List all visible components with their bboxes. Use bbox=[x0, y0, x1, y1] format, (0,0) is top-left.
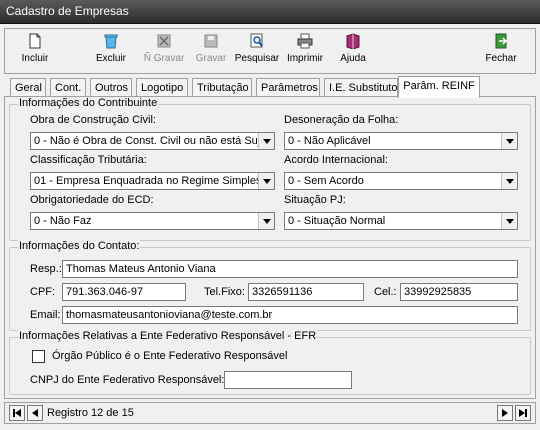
record-counter: Registro 12 de 15 bbox=[47, 407, 134, 419]
last-icon bbox=[519, 409, 527, 417]
desoneracao-label: Desoneração da Folha: bbox=[284, 114, 399, 126]
chevron-down-icon[interactable] bbox=[258, 213, 274, 229]
cnpj-efr-label: CNPJ do Ente Federativo Responsável: bbox=[30, 374, 225, 386]
previous-record-button[interactable] bbox=[27, 405, 43, 421]
cel-label: Cel.: bbox=[374, 286, 397, 298]
telfixo-label: Tel.Fixo: bbox=[204, 286, 245, 298]
tab-param-reinf[interactable]: Parâm. REINF bbox=[398, 76, 480, 98]
classificacao-label: Classificação Tributária: bbox=[30, 154, 147, 166]
tab-parametros[interactable]: Parâmetros bbox=[256, 78, 320, 98]
previous-icon bbox=[32, 409, 38, 417]
orgao-publico-label: Órgão Público é o Ente Federativo Respon… bbox=[52, 350, 288, 362]
cnpj-efr-input[interactable] bbox=[224, 371, 352, 389]
pesquisar-button[interactable]: Pesquisar bbox=[233, 33, 281, 71]
help-book-icon bbox=[346, 33, 360, 49]
resp-label: Resp.: bbox=[30, 263, 62, 275]
obra-select[interactable]: 0 - Não é Obra de Const. Civil ou não es… bbox=[30, 132, 275, 150]
chevron-down-icon[interactable] bbox=[258, 173, 274, 189]
first-record-button[interactable] bbox=[9, 405, 25, 421]
chevron-down-icon[interactable] bbox=[501, 173, 517, 189]
cpf-input[interactable]: 791.363.046-97 bbox=[62, 283, 186, 301]
save-icon bbox=[204, 34, 218, 48]
desoneracao-select[interactable]: 0 - Não Aplicável bbox=[284, 132, 518, 150]
tab-logotipo[interactable]: Logotipo bbox=[136, 78, 188, 98]
tab-tributacao[interactable]: Tributação bbox=[192, 78, 252, 98]
excluir-button[interactable]: Excluir bbox=[91, 33, 131, 71]
chevron-down-icon[interactable] bbox=[501, 213, 517, 229]
tab-outros[interactable]: Outros bbox=[90, 78, 132, 98]
ajuda-button[interactable]: Ajuda bbox=[333, 33, 373, 71]
acordo-select[interactable]: 0 - Sem Acordo bbox=[284, 172, 518, 190]
tab-strip: Geral Cont. Outros Logotipo Tributação P… bbox=[4, 76, 536, 98]
cel-input[interactable]: 33992925835 bbox=[400, 283, 518, 301]
resp-input[interactable]: Thomas Mateus Antonio Viana bbox=[62, 260, 518, 278]
trash-icon bbox=[104, 34, 118, 49]
exit-door-icon bbox=[495, 33, 508, 49]
contato-legend: Informações do Contato: bbox=[18, 240, 141, 252]
printer-icon bbox=[297, 33, 313, 49]
email-input[interactable]: thomasmateusantonioviana@teste.com.br bbox=[62, 306, 518, 324]
next-record-button[interactable] bbox=[497, 405, 513, 421]
record-navigator: Registro 12 de 15 bbox=[4, 402, 536, 424]
gravar-button[interactable]: Gravar bbox=[191, 33, 231, 71]
contribuinte-group: Informações do Contribuinte Obra de Cons… bbox=[9, 97, 531, 241]
obra-label: Obra de Construção Civil: bbox=[30, 114, 156, 126]
toolbar: Incluir Excluir Ñ Gravar Gravar Pesquisa… bbox=[4, 28, 536, 74]
contato-group: Informações do Contato: Resp.: Thomas Ma… bbox=[9, 240, 531, 331]
tab-page-reinf: Informações do Contribuinte Obra de Cons… bbox=[4, 96, 536, 399]
cancel-save-icon bbox=[157, 34, 171, 48]
acordo-label: Acordo Internacional: bbox=[284, 154, 388, 166]
situacao-select[interactable]: 0 - Situação Normal bbox=[284, 212, 518, 230]
situacao-label: Situação PJ: bbox=[284, 194, 346, 206]
next-icon bbox=[502, 409, 508, 417]
contribuinte-legend: Informações do Contribuinte bbox=[18, 97, 159, 109]
window-title: Cadastro de Empresas bbox=[6, 4, 129, 18]
ecd-label: Obrigatoriedade do ECD: bbox=[30, 194, 154, 206]
last-record-button[interactable] bbox=[515, 405, 531, 421]
tab-geral[interactable]: Geral bbox=[10, 78, 46, 98]
efr-group: Informações Relativas a Ente Federativo … bbox=[9, 330, 531, 395]
incluir-button[interactable]: Incluir bbox=[15, 33, 55, 71]
chevron-down-icon[interactable] bbox=[501, 133, 517, 149]
chevron-down-icon[interactable] bbox=[258, 133, 274, 149]
fechar-button[interactable]: Fechar bbox=[481, 33, 521, 71]
first-icon bbox=[13, 409, 21, 417]
search-icon bbox=[250, 33, 263, 48]
tab-contabilidade[interactable]: Cont. bbox=[50, 78, 86, 98]
ecd-select[interactable]: 0 - Não Faz bbox=[30, 212, 275, 230]
telfixo-input[interactable]: 3326591136 bbox=[248, 283, 364, 301]
nao-gravar-button[interactable]: Ñ Gravar bbox=[141, 33, 187, 71]
imprimir-button[interactable]: Imprimir bbox=[283, 33, 327, 71]
orgao-publico-checkbox[interactable] bbox=[32, 350, 45, 363]
tab-ie-substituto[interactable]: I.E. Substituto bbox=[324, 78, 398, 98]
classificacao-select[interactable]: 01 - Empresa Enquadrada no Regime Simple… bbox=[30, 172, 275, 190]
efr-legend: Informações Relativas a Ente Federativo … bbox=[18, 330, 318, 342]
email-label: Email: bbox=[30, 309, 61, 321]
new-document-icon bbox=[29, 33, 41, 49]
cpf-label: CPF: bbox=[30, 286, 56, 298]
title-bar: Cadastro de Empresas bbox=[0, 0, 540, 24]
